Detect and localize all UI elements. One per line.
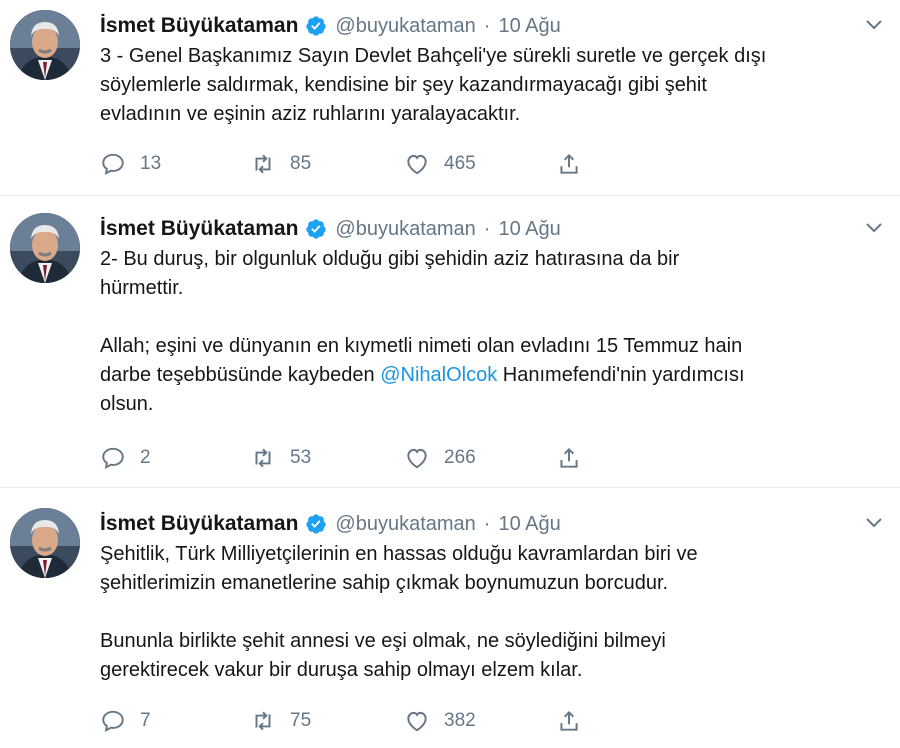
- reply-icon: [102, 710, 124, 733]
- verified-badge-icon: [305, 513, 327, 535]
- tweet-divider: [0, 487, 900, 488]
- retweet-button[interactable]: 85: [250, 149, 311, 179]
- reply-icon: [102, 447, 124, 470]
- share-icon: [560, 447, 578, 468]
- chevron-down-icon[interactable]: [862, 215, 886, 239]
- tweet-2[interactable]: İsmet Büyükataman @buyukataman · 10 Ağu …: [0, 203, 900, 485]
- tweet-text: Şehitlik, Türk Milliyetçilerinin en hass…: [100, 543, 698, 681]
- share-button[interactable]: [556, 149, 582, 179]
- tweet-text: 2- Bu duruş, bir olgunluk olduğu gibi şe…: [100, 245, 860, 419]
- heart-icon: [407, 448, 427, 469]
- retweet-icon: [255, 448, 271, 468]
- retweet-count: 53: [290, 447, 312, 468]
- verified-badge-icon: [305, 218, 327, 240]
- share-button[interactable]: [556, 706, 582, 736]
- display-name[interactable]: İsmet Büyükataman: [100, 14, 298, 38]
- like-button[interactable]: 266: [404, 443, 476, 473]
- timestamp[interactable]: 10 Ağu: [498, 513, 560, 536]
- heart-icon: [407, 154, 427, 175]
- verified-badge-icon: [305, 15, 327, 37]
- user-handle[interactable]: @buyukataman: [335, 513, 475, 536]
- reply-count: 2: [140, 447, 151, 468]
- separator-dot: ·: [483, 512, 491, 535]
- retweet-button[interactable]: 53: [250, 443, 311, 473]
- like-count: 266: [444, 447, 476, 468]
- retweet-count: 85: [290, 153, 312, 174]
- chevron-down-icon[interactable]: [862, 510, 886, 534]
- separator-dot: ·: [483, 14, 491, 37]
- avatar[interactable]: [10, 213, 80, 283]
- share-button[interactable]: [556, 443, 582, 473]
- avatar[interactable]: [10, 508, 80, 578]
- reply-count: 13: [140, 153, 162, 174]
- separator-dot: ·: [483, 217, 491, 240]
- tweet-1[interactable]: İsmet Büyükataman @buyukataman · 10 Ağu …: [0, 0, 900, 195]
- share-icon: [560, 153, 578, 174]
- reply-icon: [102, 153, 124, 176]
- avatar[interactable]: [10, 10, 80, 80]
- reply-count: 7: [140, 710, 151, 731]
- reply-button[interactable]: 13: [100, 149, 161, 179]
- retweet-icon: [255, 154, 271, 174]
- user-handle[interactable]: @buyukataman: [335, 15, 475, 38]
- retweet-button[interactable]: 75: [250, 706, 311, 736]
- like-button[interactable]: 382: [404, 706, 476, 736]
- like-count: 382: [444, 710, 476, 731]
- timestamp[interactable]: 10 Ağu: [498, 218, 560, 241]
- reply-button[interactable]: 7: [100, 706, 151, 736]
- display-name[interactable]: İsmet Büyükataman: [100, 217, 298, 241]
- tweet-text: 3 - Genel Başkanımız Sayın Devlet Bahçel…: [100, 45, 767, 125]
- reply-button[interactable]: 2: [100, 443, 151, 473]
- heart-icon: [407, 711, 427, 732]
- display-name[interactable]: İsmet Büyükataman: [100, 512, 298, 536]
- mention-link[interactable]: @NihalOlcok: [380, 364, 497, 386]
- chevron-down-icon[interactable]: [862, 12, 886, 36]
- like-button[interactable]: 465: [404, 149, 476, 179]
- tweet-3[interactable]: İsmet Büyükataman @buyukataman · 10 Ağu …: [0, 498, 900, 748]
- tweet-divider: [0, 195, 900, 196]
- like-count: 465: [444, 153, 476, 174]
- retweet-count: 75: [290, 710, 312, 731]
- user-handle[interactable]: @buyukataman: [335, 218, 475, 241]
- share-icon: [560, 710, 578, 731]
- timestamp[interactable]: 10 Ağu: [498, 15, 560, 38]
- retweet-icon: [255, 711, 271, 731]
